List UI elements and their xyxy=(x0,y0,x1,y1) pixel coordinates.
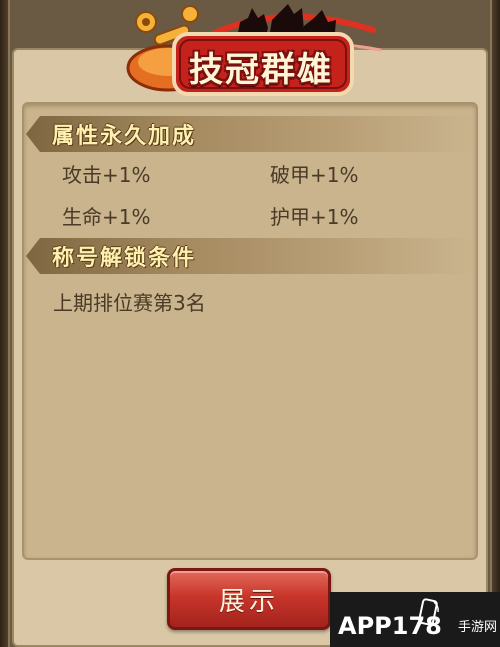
watermark-subtext: 手游网 xyxy=(458,620,498,635)
title-emblem-text: 技冠群雄 xyxy=(189,49,333,90)
attribute-armor-break: 破甲+1% xyxy=(270,163,359,187)
watermark-logo: APP178 手游网 xyxy=(330,592,500,647)
game-screen: 技冠群雄 属性永久加成 攻击+1% 破甲+1% 生命+1% 护甲+1% 称号解锁… xyxy=(0,0,500,647)
show-button[interactable]: 展示 xyxy=(167,568,331,630)
attributes-header: 属性永久加成 xyxy=(52,124,197,149)
show-button-label: 展示 xyxy=(218,586,279,617)
watermark-text: APP178 xyxy=(338,612,442,640)
attribute-health: 生命+1% xyxy=(62,205,151,229)
unlock-condition-text: 上期排位赛第3名 xyxy=(53,291,206,315)
attribute-armor: 护甲+1% xyxy=(270,205,359,229)
unlock-header: 称号解锁条件 xyxy=(52,246,197,271)
attribute-attack: 攻击+1% xyxy=(62,163,151,187)
